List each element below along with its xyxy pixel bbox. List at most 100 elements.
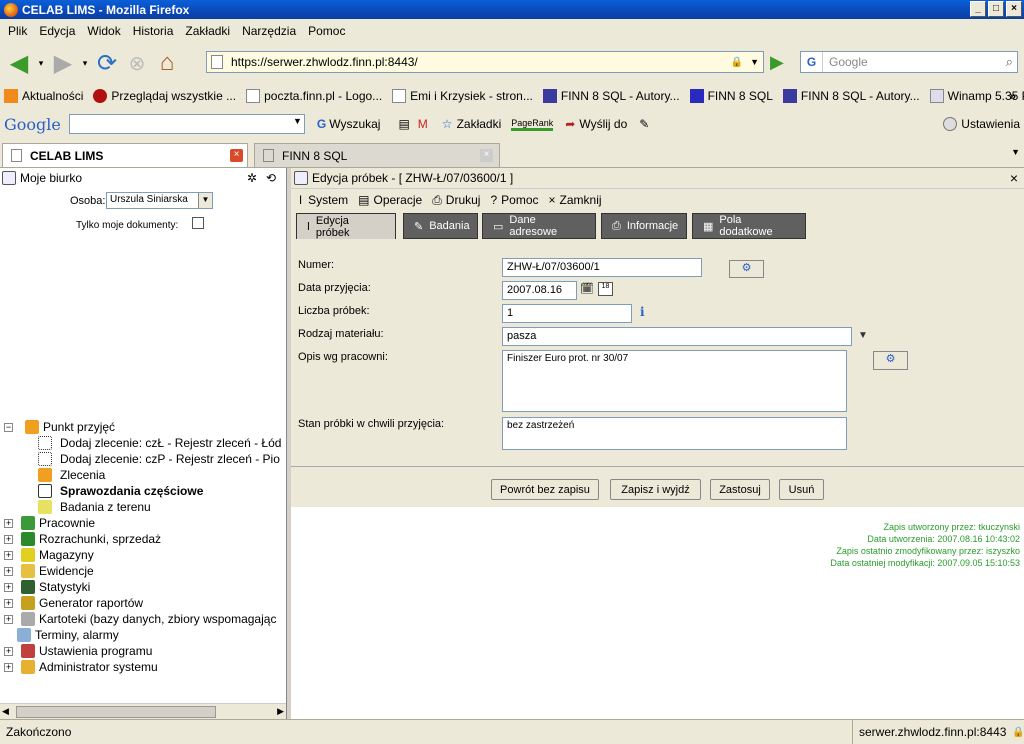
calendar-icon[interactable]: 18 (598, 282, 613, 296)
menu-widok[interactable]: Widok (81, 24, 126, 38)
tree-statystyki[interactable]: + Statystyki (4, 579, 90, 595)
close-tab-icon[interactable]: × (480, 149, 493, 162)
forward-dropdown-icon[interactable]: ▾ (78, 48, 92, 78)
close-panel-icon[interactable]: × (1010, 170, 1018, 186)
tab-edycja-probek[interactable]: ǀ Edycja próbek (296, 213, 396, 239)
calendar-today-icon[interactable]: 🗓 (580, 282, 594, 295)
menu-plik[interactable]: Plik (2, 24, 33, 38)
numer-lookup-button[interactable]: ⚙ (729, 260, 764, 278)
bookmark-finn-autory-1[interactable]: FINN 8 SQL - Autory... (542, 89, 680, 103)
tree-ewidencje[interactable]: + Ewidencje (4, 563, 94, 579)
opis-lookup-button[interactable]: ⚙ (873, 351, 908, 370)
bookmark-finn-autory-2[interactable]: FINN 8 SQL - Autory... (782, 89, 920, 103)
tree-generator[interactable]: + Generator raportów (4, 595, 143, 611)
expand-toggle-icon[interactable]: + (4, 646, 13, 656)
powrot-bez-zapisu-button[interactable]: Powrót bez zapisu (491, 479, 599, 500)
expand-toggle-icon[interactable]: + (4, 582, 13, 592)
info-icon[interactable]: i (640, 305, 645, 319)
tree-pracownie[interactable]: + Pracownie (4, 515, 95, 531)
tab-celab-lims[interactable]: CELAB LIMS × (2, 143, 248, 167)
stop-icon[interactable]: ⊗ (122, 48, 152, 78)
menu-edycja[interactable]: Edycja (33, 24, 81, 38)
numer-field[interactable]: ZHW-Ł/07/03600/1 (502, 258, 702, 277)
bookmark-poczta[interactable]: poczta.finn.pl - Logo... (246, 89, 382, 103)
tab-badania[interactable]: ✎ Badania (403, 213, 478, 239)
scroll-right-icon[interactable]: ▶ (277, 706, 284, 717)
tree-punkt-przyjec[interactable]: − Punkt przyjęć (4, 419, 115, 435)
bookmark-przegladaj[interactable]: Przeglądaj wszystkie ... (93, 89, 236, 103)
usun-button[interactable]: Usuń (779, 479, 824, 500)
tree-dodaj-czp[interactable]: Dodaj zlecenie: czP - Rejestr zleceń - P… (38, 451, 280, 467)
search-icon[interactable]: ⌕ (1006, 54, 1013, 70)
tree-rozrachunki[interactable]: + Rozrachunki, sprzedaż (4, 531, 161, 547)
refresh-icon[interactable]: ⟲ (266, 171, 276, 185)
wyszukaj-button[interactable]: Wyszukaj (329, 117, 380, 131)
scroll-left-icon[interactable]: ◀ (2, 706, 9, 717)
tree-magazyny[interactable]: + Magazyny (4, 547, 94, 563)
tree-badania-terenu[interactable]: Badania z terenu (38, 499, 151, 515)
zastosuj-button[interactable]: Zastosuj (710, 479, 770, 500)
tree-admin[interactable]: + Administrator systemu (4, 659, 158, 675)
tree-kartoteki[interactable]: + Kartoteki (bazy danych, zbiory wspomaga… (4, 611, 276, 627)
wyslij-button[interactable]: Wyślij do (579, 117, 627, 131)
menu-pomoc[interactable]: Pomoc (302, 24, 351, 38)
horizontal-scrollbar[interactable]: ◀ ▶ (0, 703, 286, 719)
menu-narzedzia[interactable]: Narzędzia (236, 24, 302, 38)
home-icon[interactable]: ⌂ (152, 48, 182, 78)
collapse-icon[interactable]: ✲ (247, 171, 257, 185)
tylko-checkbox[interactable] (192, 217, 204, 229)
zakladki-button[interactable]: Zakładki (457, 117, 502, 131)
expand-toggle-icon[interactable]: + (4, 614, 13, 624)
tree-zlecenia[interactable]: Zlecenia (38, 467, 105, 483)
bookmark-finn-sql[interactable]: FINN 8 SQL (689, 89, 773, 103)
forward-icon[interactable]: ▶ (48, 48, 78, 78)
go-icon[interactable]: ▶ (770, 52, 784, 73)
tree-sprawozdania[interactable]: Sprawozdania częściowe (38, 483, 203, 499)
tab-informacje[interactable]: ⎙ Informacje (601, 213, 687, 239)
liczba-field[interactable]: 1 (502, 304, 632, 323)
folder-icon[interactable]: ▤ (398, 117, 409, 131)
rodzaj-field[interactable]: pasza (502, 327, 852, 346)
minimize-button[interactable]: _ (970, 1, 986, 17)
collapse-toggle-icon[interactable]: − (4, 422, 13, 432)
scrollbar-thumb[interactable] (16, 706, 216, 718)
zapisz-i-wyjdz-button[interactable]: Zapisz i wyjdź (610, 479, 701, 500)
tab-finn-8-sql[interactable]: FINN 8 SQL × (254, 143, 500, 167)
back-dropdown-icon[interactable]: ▾ (34, 48, 48, 78)
menu-zamknij[interactable]: Zamknij (560, 193, 602, 207)
ustawienia-button[interactable]: Ustawienia (943, 117, 1020, 131)
url-dropdown-icon[interactable]: ▼ (750, 57, 759, 67)
expand-toggle-icon[interactable]: + (4, 566, 13, 576)
maximize-button[interactable]: □ (988, 1, 1004, 17)
tree-dodaj-czl[interactable]: Dodaj zlecenie: czŁ - Rejestr zleceń - Ł… (38, 435, 281, 451)
reload-icon[interactable]: ⟳ (92, 48, 122, 78)
tree-ustawienia[interactable]: + Ustawienia programu (4, 643, 152, 659)
expand-toggle-icon[interactable]: + (4, 662, 13, 672)
data-field[interactable]: 2007.08.16 (502, 281, 577, 300)
url-text[interactable]: https://serwer.zhwlodz.finn.pl:8443/ (231, 55, 418, 69)
menu-pomoc[interactable]: Pomoc (501, 193, 538, 207)
menu-zakladki[interactable]: Zakładki (179, 24, 236, 38)
tab-dane-adresowe[interactable]: ▭ Dane adresowe (482, 213, 596, 239)
bookmark-aktualnosci[interactable]: Aktualności (4, 89, 83, 103)
menu-drukuj[interactable]: Drukuj (446, 193, 481, 207)
expand-toggle-icon[interactable]: + (4, 534, 13, 544)
chevron-down-icon[interactable]: ▼ (858, 330, 868, 341)
bookmark-emi[interactable]: Emi i Krzysiek - stron... (392, 89, 533, 103)
search-engine-icon[interactable]: G (801, 52, 823, 72)
tab-list-icon[interactable]: ▼ (1011, 147, 1020, 157)
bookmarks-overflow-icon[interactable]: » (1009, 89, 1016, 103)
close-tab-icon[interactable]: × (230, 149, 243, 162)
google-search-input[interactable]: ▼ (68, 114, 305, 134)
expand-toggle-icon[interactable]: + (4, 598, 13, 608)
search-box[interactable]: G Google ⌕ (800, 51, 1018, 73)
url-bar[interactable]: https://serwer.zhwlodz.finn.pl:8443/ 🔒 ▼ (206, 51, 764, 73)
chevron-down-icon[interactable]: ▼ (198, 193, 212, 208)
back-icon[interactable]: ◀ (4, 48, 34, 78)
chevron-down-icon[interactable]: ▼ (293, 116, 302, 126)
menu-operacje[interactable]: Operacje (373, 193, 422, 207)
menu-system[interactable]: System (308, 193, 348, 207)
stan-textarea[interactable]: bez zastrzeżeń (502, 417, 847, 450)
menu-historia[interactable]: Historia (127, 24, 180, 38)
expand-toggle-icon[interactable]: + (4, 550, 13, 560)
